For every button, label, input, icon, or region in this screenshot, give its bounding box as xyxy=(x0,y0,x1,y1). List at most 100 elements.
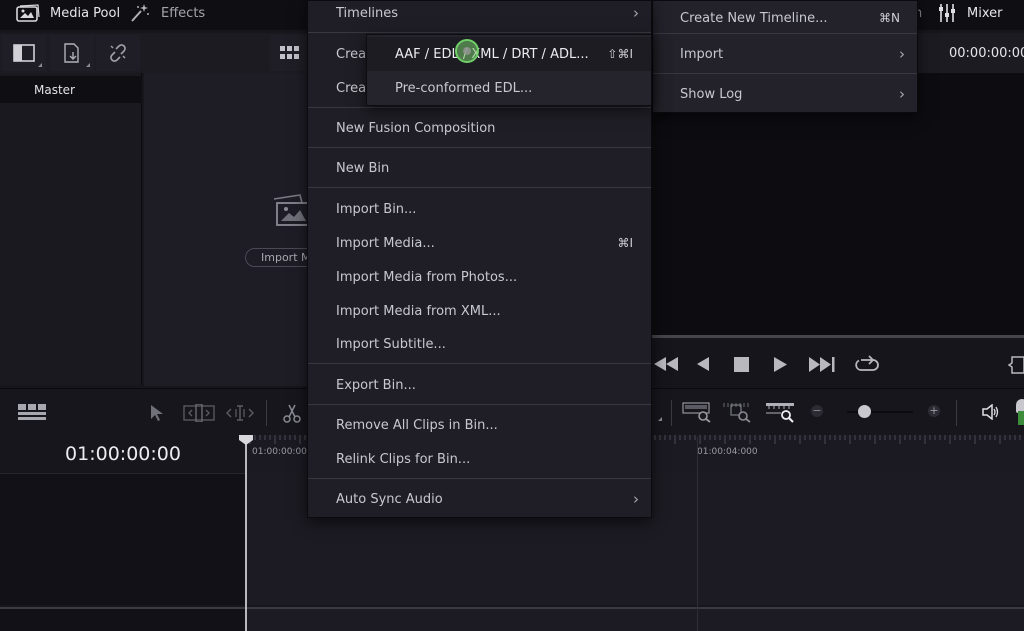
zoom-custom-button[interactable] xyxy=(765,401,797,423)
menu-item-show-log[interactable]: Show Log › xyxy=(653,77,917,111)
chevron-right-icon: › xyxy=(633,4,639,22)
arrow-pointer-icon xyxy=(150,404,164,422)
trim-tool-button[interactable] xyxy=(183,404,215,422)
empty-media-icon xyxy=(272,193,312,229)
menu-item-relink-clips[interactable]: Relink Clips for Bin... xyxy=(308,442,651,476)
tab-media-pool[interactable]: Media Pool xyxy=(16,0,120,26)
dynamic-trim-button[interactable] xyxy=(225,404,255,422)
zoom-slider-thumb[interactable] xyxy=(857,405,871,418)
media-pool-area[interactable] xyxy=(144,73,310,386)
scissors-icon xyxy=(282,404,302,424)
timeline-view-icon xyxy=(18,404,46,420)
mixer-icon xyxy=(937,3,957,23)
audio-level-meter xyxy=(1018,411,1024,425)
audio-track-area[interactable] xyxy=(246,607,1024,631)
ruler-zoom-detail-icon xyxy=(723,401,753,423)
menu-item-export-bin[interactable]: Export Bin... xyxy=(308,368,651,402)
menu-item-import-media-from-photos[interactable]: Import Media from Photos... xyxy=(308,260,651,294)
menu-item-create-new-timeline[interactable]: Create New Timeline... ⌘N xyxy=(653,1,917,35)
media-pool-icon xyxy=(16,4,40,22)
broken-link-icon xyxy=(107,43,129,63)
dropdown-corner-icon xyxy=(86,63,90,67)
menu-item-import-subtitle[interactable]: Import Subtitle... xyxy=(308,327,651,361)
grid-icon xyxy=(280,46,300,60)
viewer-scrubber[interactable] xyxy=(652,335,1024,338)
menu-separator xyxy=(308,147,651,148)
menu-item-label: Export Bin... xyxy=(336,377,416,393)
loop-button[interactable] xyxy=(855,355,879,373)
tab-effects[interactable]: Effects xyxy=(129,0,205,26)
menu-separator xyxy=(308,187,651,188)
menu-separator xyxy=(308,32,651,33)
toggle-bin-list-button[interactable] xyxy=(2,35,46,71)
track-headers xyxy=(0,473,246,605)
play-button[interactable] xyxy=(774,357,787,372)
zoom-full-button[interactable] xyxy=(682,401,712,423)
menu-item-import-media-from-xml[interactable]: Import Media from XML... xyxy=(308,294,651,328)
menu-item-import-media[interactable]: Import Media... ⌘I xyxy=(308,226,651,260)
audio-volume-button[interactable] xyxy=(982,404,1000,420)
menu-item-import[interactable]: Import › xyxy=(653,37,917,71)
menu-separator xyxy=(308,363,651,364)
ruler-zoom-full-icon xyxy=(682,401,712,423)
transport-controls xyxy=(652,340,1024,388)
menu-item-auto-sync-audio[interactable]: Auto Sync Audio › xyxy=(308,482,651,516)
menu-item-remove-all-clips[interactable]: Remove All Clips in Bin... xyxy=(308,408,651,442)
bin-list-panel xyxy=(0,73,142,385)
menu-item-import-bin[interactable]: Import Bin... xyxy=(308,192,651,226)
timeline-timecode-panel: 01:00:00:00 xyxy=(0,435,246,473)
selection-tool-button[interactable] xyxy=(150,404,164,422)
menu-item-label: Timelines xyxy=(336,5,399,21)
play-icon xyxy=(774,357,787,372)
zoom-slider-track[interactable] xyxy=(847,411,913,413)
blade-tool-button[interactable] xyxy=(282,404,302,424)
ruler-zoom-custom-icon xyxy=(765,401,797,423)
menu-item-label: Pre-conformed EDL... xyxy=(395,80,533,96)
tab-mixer[interactable]: Mixer xyxy=(937,0,1002,26)
loop-icon xyxy=(855,355,879,373)
dynamic-trim-icon xyxy=(225,404,255,422)
menu-item-preconformed-edl[interactable]: Pre-conformed EDL... xyxy=(367,71,651,105)
bin-master[interactable]: Master xyxy=(0,76,142,103)
menu-item-new-fusion-composition[interactable]: New Fusion Composition xyxy=(308,111,651,145)
magic-wand-icon xyxy=(129,3,151,23)
mouse-cursor-highlight xyxy=(455,39,479,63)
menu-item-label: Import Media from XML... xyxy=(336,303,501,319)
menu-item-timelines[interactable]: Timelines › xyxy=(308,0,651,30)
menu-item-label: Import Bin... xyxy=(336,201,417,217)
menu-item-label: AAF / EDL / XML / DRT / ADL... xyxy=(395,46,589,62)
menu-separator xyxy=(653,33,917,34)
unlink-button[interactable] xyxy=(96,35,140,71)
viewer-mode-button[interactable] xyxy=(1008,355,1024,375)
toolbar-divider xyxy=(956,400,957,426)
stop-button[interactable] xyxy=(734,357,749,372)
zoom-out-button[interactable]: − xyxy=(811,405,823,417)
stop-icon xyxy=(734,357,749,372)
menu-item-new-bin[interactable]: New Bin xyxy=(308,151,651,185)
shortcut-label: ⌘N xyxy=(879,11,900,25)
menu-item-label: Auto Sync Audio xyxy=(336,491,443,507)
menu-item-aaf-edl-xml[interactable]: AAF / EDL / XML / DRT / ADL... ⇧⌘I xyxy=(367,37,651,71)
menu-item-label: Remove All Clips in Bin... xyxy=(336,417,498,433)
trim-icon xyxy=(183,404,215,422)
zoom-in-button[interactable]: + xyxy=(928,405,940,417)
rewind-button[interactable] xyxy=(654,357,678,371)
reverse-play-button[interactable] xyxy=(697,357,709,371)
menu-item-label: Show Log xyxy=(680,86,743,102)
grid-view-button[interactable] xyxy=(270,35,310,71)
chevron-right-icon: › xyxy=(633,490,639,508)
menu-item-label: Import Media from Photos... xyxy=(336,269,518,285)
playhead-line[interactable] xyxy=(245,440,247,631)
import-media-button[interactable] xyxy=(50,35,94,71)
media-pool-label: Media Pool xyxy=(50,5,121,21)
menu-item-label: Relink Clips for Bin... xyxy=(336,451,471,467)
fast-forward-button[interactable] xyxy=(809,357,835,372)
plus-icon: + xyxy=(929,404,939,417)
zoom-detail-button[interactable] xyxy=(723,401,753,423)
menu-separator xyxy=(308,107,651,108)
chevron-right-icon: › xyxy=(899,45,905,63)
timeline-view-options-button[interactable] xyxy=(18,404,46,420)
dropdown-corner-icon xyxy=(658,417,662,421)
menu-item-label: Import Subtitle... xyxy=(336,336,446,352)
menu-item-label: Import Media... xyxy=(336,235,435,251)
